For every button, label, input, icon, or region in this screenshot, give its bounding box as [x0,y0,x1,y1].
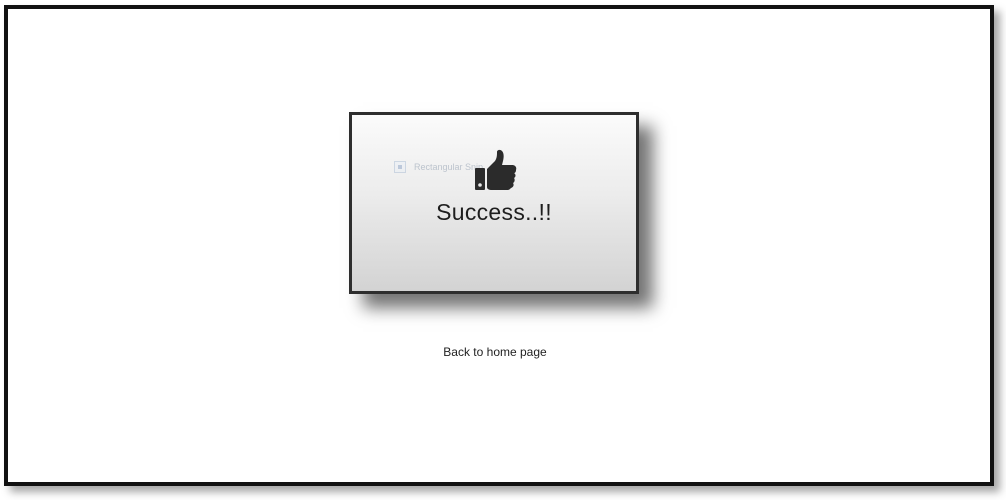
snip-tooltip-ghost: Rectangular Snip [394,159,483,175]
success-title: Success..!! [436,199,552,225]
success-card: Rectangular Snip Success..!! [349,112,639,294]
thumbs-up-icon [475,149,517,190]
back-to-home-link[interactable]: Back to home page [420,345,570,359]
snip-icon [394,161,406,173]
